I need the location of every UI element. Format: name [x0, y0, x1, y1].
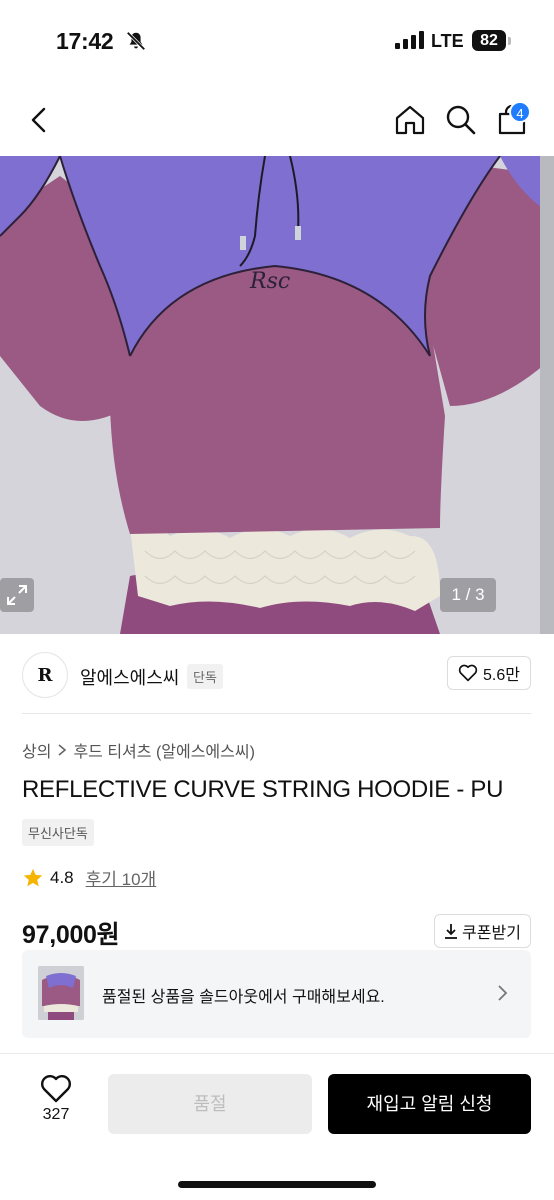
star-icon	[23, 868, 43, 886]
battery-tip	[508, 37, 511, 45]
heart-outline-icon	[458, 664, 478, 682]
exclusive-badge: 무신사단독	[22, 819, 94, 846]
expand-icon[interactable]	[0, 578, 34, 612]
product-image[interactable]: Rsc 1 / 3	[0, 156, 554, 634]
hoodie-photo: Rsc	[0, 156, 554, 634]
back-chevron-icon[interactable]	[22, 102, 58, 138]
home-icon[interactable]	[392, 102, 428, 138]
brand-logo[interactable]: R	[22, 652, 68, 698]
chevron-right-icon	[498, 985, 508, 1001]
brand-exclusive-tag: 단독	[187, 664, 223, 689]
cart-count-badge: 4	[509, 101, 531, 123]
battery-icon: 82	[472, 30, 506, 51]
wishlist-button[interactable]: 327	[22, 1074, 90, 1124]
breadcrumb-item-subcategory[interactable]: 후드 티셔츠 (알에스에스씨)	[73, 738, 254, 762]
mute-bell-icon	[126, 31, 146, 51]
coupon-button[interactable]: 쿠폰받기	[434, 914, 531, 948]
network-type: LTE	[431, 31, 464, 51]
signal-bars-icon	[395, 31, 424, 49]
status-time: 17:42	[56, 28, 114, 54]
rating-row: 4.8 후기 10개	[22, 865, 156, 890]
status-bar: 17:42 LTE 82	[0, 0, 554, 84]
breadcrumb: 상의 후드 티셔츠 (알에스에스씨)	[22, 738, 255, 762]
coupon-label: 쿠폰받기	[462, 925, 521, 942]
soldout-button[interactable]: 품절	[108, 1074, 312, 1134]
heart-outline-icon	[41, 1075, 71, 1103]
chevron-right-icon	[58, 744, 67, 756]
soldout-thumbnail	[38, 966, 84, 1020]
product-price: 97,000원	[22, 921, 120, 949]
soldout-banner[interactable]: 품절된 상품을 솔드아웃에서 구매해보세요.	[22, 950, 531, 1038]
brand-name[interactable]: 알에스에스씨	[80, 664, 179, 690]
svg-text:Rsc: Rsc	[249, 269, 290, 294]
download-icon	[445, 924, 458, 939]
rating-value: 4.8	[50, 867, 74, 887]
review-count-link[interactable]: 후기 10개	[86, 865, 157, 890]
home-indicator	[178, 1181, 376, 1188]
restock-alert-button[interactable]: 재입고 알림 신청	[328, 1074, 531, 1134]
brand-like-count: 5.6만	[483, 667, 520, 684]
top-navigation: 4	[0, 84, 554, 156]
brand-row: R 알에스에스씨 단독 5.6만	[0, 634, 554, 714]
brand-logo-text: R	[37, 664, 53, 686]
search-icon[interactable]	[443, 102, 479, 138]
divider	[22, 713, 531, 714]
breadcrumb-item-category[interactable]: 상의	[22, 738, 51, 762]
gallery-pager: 1 / 3	[440, 578, 496, 612]
wishlist-count: 327	[42, 1106, 70, 1123]
brand-like-button[interactable]: 5.6만	[447, 656, 531, 690]
soldout-banner-text: 품절된 상품을 솔드아웃에서 구매해보세요.	[102, 989, 385, 1006]
product-title: REFLECTIVE CURVE STRING HOODIE - PU	[22, 776, 504, 803]
bottom-action-bar: 327 품절 재입고 알림 신청	[0, 1054, 554, 1200]
